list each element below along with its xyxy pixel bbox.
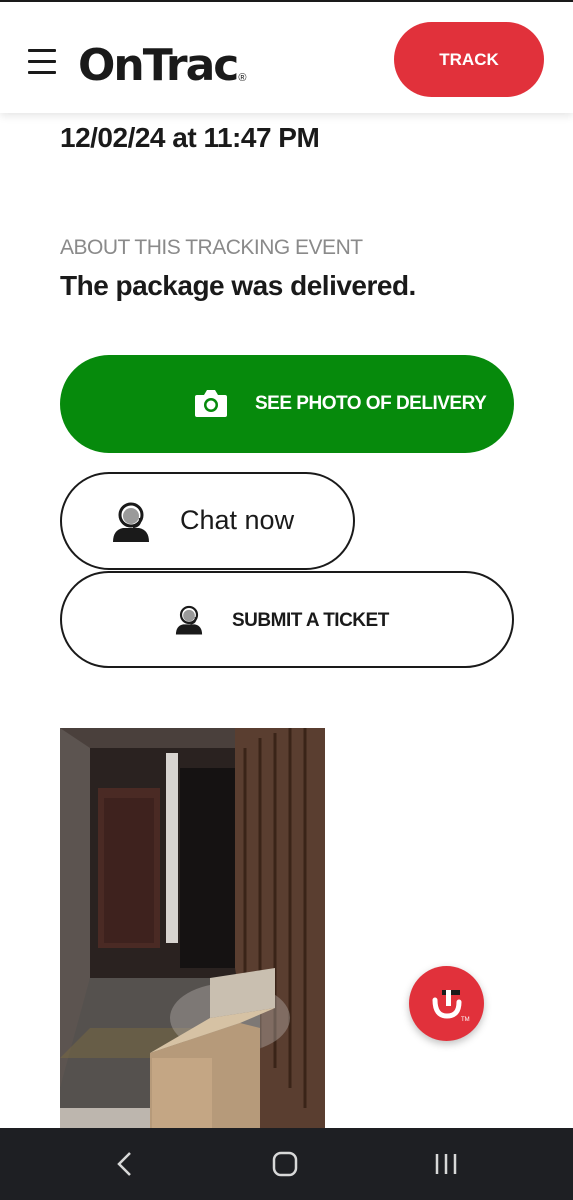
see-photo-of-delivery-button[interactable]: SEE PHOTO OF DELIVERY: [60, 355, 514, 453]
about-event-label: ABOUT THIS TRACKING EVENT: [60, 236, 363, 259]
back-chevron-icon[interactable]: [110, 1148, 142, 1180]
delivery-photo-image: [60, 728, 325, 1128]
delivery-photo[interactable]: [60, 728, 325, 1128]
submit-ticket-button[interactable]: SUBMIT A TICKET: [60, 571, 514, 668]
ontrac-logo[interactable]: OnTrac ®: [78, 32, 247, 88]
ontrac-chat-fab[interactable]: TM: [409, 966, 484, 1041]
ontrac-chat-icon: TM: [432, 990, 470, 1023]
chat-now-button[interactable]: Chat now: [60, 472, 355, 570]
submit-ticket-label: SUBMIT A TICKET: [232, 610, 389, 631]
support-agent-icon: [175, 605, 203, 635]
registered-mark: ®: [238, 72, 247, 84]
logo-text: OnTrac: [78, 40, 239, 91]
support-agent-icon: [113, 502, 149, 542]
event-timestamp: 12/02/24 at 11:47 PM: [60, 122, 320, 153]
event-description: The package was delivered.: [60, 270, 416, 301]
camera-icon: [195, 390, 227, 417]
home-icon[interactable]: [269, 1148, 301, 1180]
track-button[interactable]: TRACK: [394, 22, 544, 97]
hamburger-menu-icon[interactable]: [28, 49, 58, 75]
chat-now-label: Chat now: [180, 505, 295, 535]
app-header: OnTrac ® TRACK: [0, 0, 573, 113]
svg-text:TM: TM: [461, 1017, 470, 1023]
recent-apps-icon[interactable]: [430, 1148, 462, 1180]
see-photo-label: SEE PHOTO OF DELIVERY: [255, 393, 487, 414]
system-navigation-bar: [0, 1128, 573, 1200]
